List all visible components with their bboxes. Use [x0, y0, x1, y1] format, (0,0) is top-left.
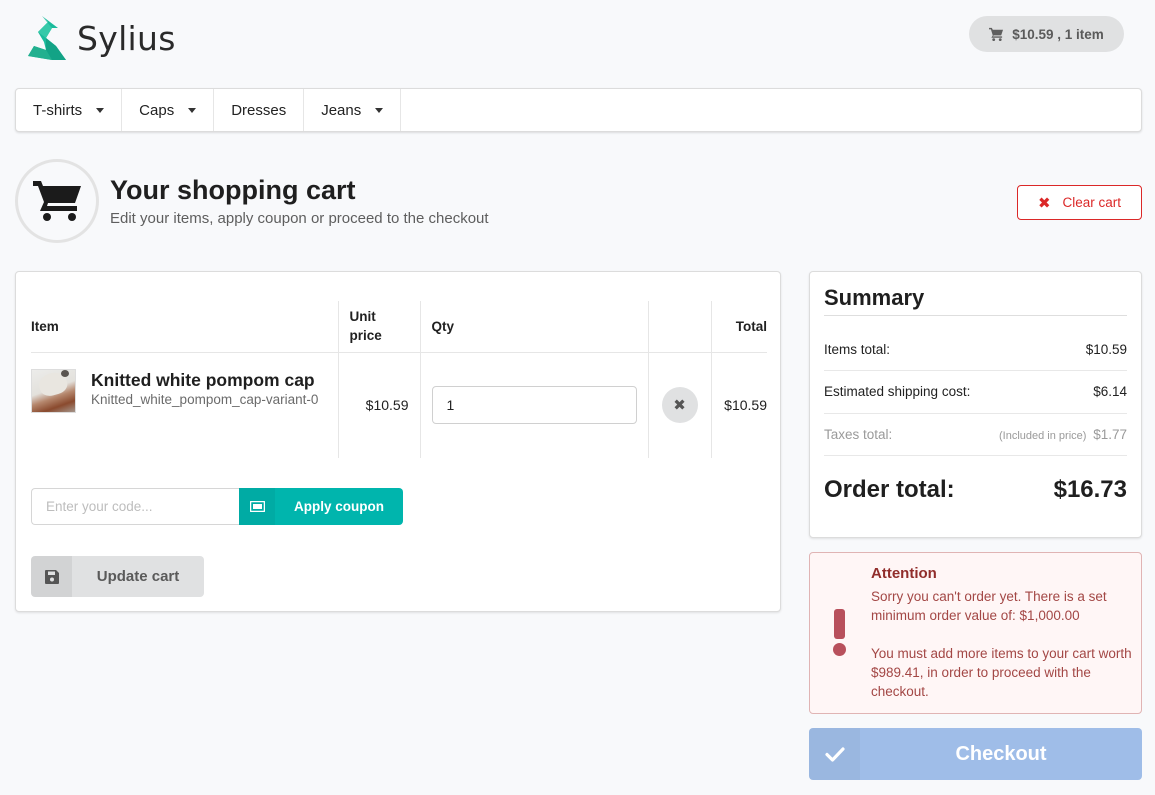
- order-total-value: $16.73: [1053, 476, 1127, 503]
- order-total-label: Order total:: [824, 476, 955, 503]
- items-total-value: $10.59: [1085, 342, 1127, 357]
- column-header-remove: [647, 301, 711, 353]
- column-header-total: Total: [710, 301, 767, 353]
- update-cart-label: Update cart: [96, 568, 180, 585]
- column-header-qty: Qty: [419, 301, 648, 353]
- warning-message-2: You must add more items to your cart wor…: [871, 646, 1132, 699]
- menu-item-tshirts[interactable]: T-shirts: [16, 89, 123, 131]
- menu-item-dresses[interactable]: Dresses: [214, 89, 305, 131]
- clear-cart-button[interactable]: ✖ Clear cart: [1017, 185, 1142, 220]
- item-cell: Knitted white pompom cap Knitted_white_p…: [31, 352, 338, 458]
- remove-item-button[interactable]: ✖: [661, 387, 698, 424]
- remove-cell: ✖: [647, 352, 711, 458]
- menu-item-jeans[interactable]: Jeans: [304, 89, 402, 131]
- page-header-icon: [15, 159, 99, 243]
- order-total-row: Order total: $16.73: [824, 456, 1127, 524]
- minimum-order-warning: Attention Sorry you can't order yet. The…: [809, 552, 1142, 714]
- shipping-row: Estimated shipping cost: $6.14: [824, 371, 1127, 414]
- product-name[interactable]: Knitted white pompom cap: [91, 369, 318, 391]
- coupon-code-input[interactable]: [31, 488, 239, 525]
- warning-title: Attention: [871, 565, 937, 582]
- menu-item-label: Jeans: [321, 101, 362, 119]
- close-icon: ✖: [1037, 194, 1051, 212]
- shipping-label: Estimated shipping cost:: [824, 384, 971, 400]
- coupon-form: Apply coupon: [31, 488, 403, 525]
- update-cart-button[interactable]: Update cart: [31, 556, 204, 597]
- caret-down-icon: [96, 107, 105, 113]
- close-icon: ✖: [673, 397, 686, 415]
- sylius-swan-icon: [28, 16, 66, 60]
- cart-items-panel: Item Unit price Qty Total Knitted white …: [15, 271, 781, 612]
- apply-coupon-label: Apply coupon: [294, 499, 384, 514]
- product-variant: Knitted_white_pompom_cap-variant-0: [91, 392, 319, 408]
- sylius-logo[interactable]: Sylius: [28, 16, 176, 60]
- save-icon: [31, 556, 72, 597]
- cart-summary-button[interactable]: $10.59 , 1 item: [969, 16, 1124, 52]
- qty-cell: [419, 352, 648, 458]
- table-header-row: Item Unit price Qty Total: [31, 301, 767, 353]
- quantity-input[interactable]: [431, 386, 637, 425]
- caret-down-icon: [375, 107, 384, 113]
- column-header-item: Item: [31, 301, 338, 353]
- checkout-button[interactable]: Checkout: [809, 728, 1142, 780]
- menu-item-caps[interactable]: Caps: [122, 89, 215, 131]
- order-summary: Summary Items total: $10.59 Estimated sh…: [809, 271, 1142, 538]
- taxes-note: (Included in price): [999, 429, 1087, 442]
- product-thumbnail[interactable]: [31, 369, 76, 414]
- summary-title: Summary: [824, 272, 1127, 316]
- clear-cart-label: Clear cart: [1062, 195, 1122, 210]
- exclamation-icon: [828, 609, 850, 659]
- menu-item-label: Dresses: [231, 101, 287, 119]
- warning-body: Sorry you can't order yet. There is a se…: [871, 587, 1136, 701]
- category-menu: T-shirts Caps Dresses Jeans: [15, 88, 1142, 132]
- taxes-label: Taxes total:: [824, 426, 893, 442]
- page-subtitle: Edit your items, apply coupon or proceed…: [110, 210, 489, 227]
- table-row: Knitted white pompom cap Knitted_white_p…: [31, 352, 767, 458]
- unit-price: $10.59: [337, 352, 420, 458]
- column-header-unit-price: Unit price: [337, 301, 420, 353]
- cart-table: Item Unit price Qty Total Knitted white …: [31, 301, 767, 458]
- apply-coupon-button[interactable]: Apply coupon: [239, 488, 403, 525]
- ticket-icon: [239, 488, 275, 525]
- brand-name: Sylius: [77, 18, 176, 58]
- taxes-value: $1.77: [1093, 426, 1127, 442]
- checkmark-icon: [809, 728, 860, 780]
- menu-item-label: Caps: [139, 101, 175, 119]
- cart-summary-text: $10.59 , 1 item: [1012, 26, 1104, 42]
- checkout-label: Checkout: [955, 742, 1047, 765]
- items-total-label: Items total:: [824, 342, 891, 357]
- caret-down-icon: [188, 107, 197, 113]
- taxes-row: Taxes total: (Included in price) $1.77: [824, 414, 1127, 456]
- shipping-value: $6.14: [1093, 384, 1127, 400]
- warning-message-1: Sorry you can't order yet. There is a se…: [871, 589, 1107, 623]
- items-total-row: Items total: $10.59: [824, 316, 1127, 371]
- shopping-cart-icon: [989, 27, 1004, 41]
- menu-item-label: T-shirts: [33, 101, 83, 119]
- shopping-cart-icon: [33, 181, 81, 221]
- page-title: Your shopping cart: [110, 175, 356, 205]
- item-total: $10.59: [710, 352, 767, 458]
